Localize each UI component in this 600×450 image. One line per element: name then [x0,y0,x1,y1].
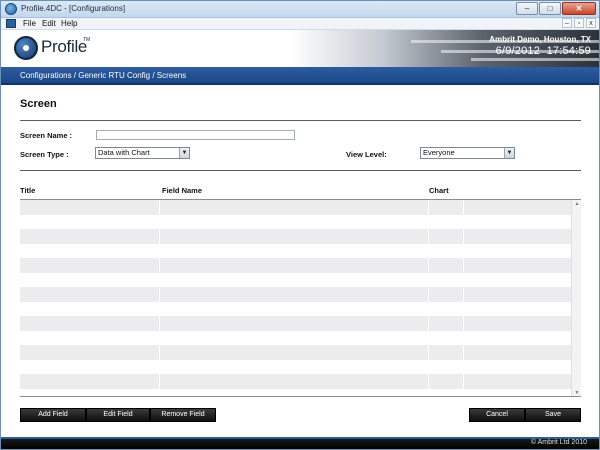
cancel-button[interactable]: Cancel [469,408,525,422]
maximize-button[interactable]: □ [539,2,561,15]
scroll-down-icon[interactable]: ▼ [572,389,581,396]
table-row[interactable] [20,389,571,397]
current-time: 17:54:59 [546,45,591,57]
table-row[interactable] [20,302,571,317]
table-row[interactable] [20,316,571,331]
mdi-close-button[interactable]: x [586,18,596,28]
chevron-down-icon[interactable]: ▼ [179,148,189,158]
divider [20,170,581,171]
fields-table[interactable]: ▲ ▼ [20,199,581,397]
table-row[interactable] [20,215,571,230]
table-row[interactable] [20,287,571,302]
screen-name-label: Screen Name : [20,131,73,140]
close-button[interactable]: ✕ [562,2,596,15]
screen-type-label: Screen Type : [20,150,69,159]
menu-help[interactable]: Help [61,19,77,28]
footer-accent-bar [1,437,599,439]
window-title: Profile.4DC - [Configurations] [21,4,126,13]
screen-type-value: Data with Chart [98,148,150,157]
column-header-chart[interactable]: Chart [429,186,449,195]
view-level-label: View Level: [346,150,387,159]
profile-logo-icon [14,36,38,60]
breadcrumb[interactable]: Configurations / Generic RTU Config / Sc… [20,71,186,80]
mdi-restore-button[interactable]: ▫ [574,18,584,28]
scroll-up-icon[interactable]: ▲ [572,200,581,209]
logo-trademark: TM [83,37,91,43]
chevron-down-icon[interactable]: ▼ [504,148,514,158]
footer: © Ambrit Ltd 2010 [1,437,599,449]
save-button[interactable]: Save [525,408,581,422]
copyright: © Ambrit Ltd 2010 [530,439,587,446]
header-banner: Profile TM Ambrit Demo, Houston, TX 6/9/… [1,30,599,67]
table-row[interactable] [20,273,571,288]
column-separator [159,200,160,396]
divider [20,120,581,121]
breadcrumb-bar: Configurations / Generic RTU Config / Sc… [1,67,599,85]
table-row[interactable] [20,331,571,346]
table-row[interactable] [20,374,571,389]
column-separator [463,200,464,396]
menu-edit[interactable]: Edit [42,19,56,28]
table-row[interactable] [20,200,571,215]
edit-field-button[interactable]: Edit Field [86,408,150,422]
screen-type-select[interactable]: Data with Chart ▼ [95,147,190,159]
column-header-title[interactable]: Title [20,186,35,195]
table-row[interactable] [20,258,571,273]
table-row[interactable] [20,345,571,360]
current-date: 6/9/2012 [495,45,541,57]
column-header-field-name[interactable]: Field Name [162,186,202,195]
logo-text: Profile [41,37,88,56]
section-title: Screen [20,98,57,110]
mdi-minimize-button[interactable]: – [562,18,572,28]
application-window: Profile.4DC - [Configurations] – □ ✕ Fil… [0,0,600,450]
vertical-scrollbar[interactable]: ▲ ▼ [571,200,581,396]
minimize-button[interactable]: – [516,2,538,15]
menu-file[interactable]: File [23,19,36,28]
title-bar: Profile.4DC - [Configurations] – □ ✕ [1,1,599,18]
date-time: 6/9/2012 17:54:59 [496,45,591,57]
app-icon[interactable] [5,3,17,15]
add-field-button[interactable]: Add Field [20,408,86,422]
company-name: Ambrit Demo, Houston, TX [489,35,591,44]
view-level-value: Everyone [423,148,455,157]
table-row[interactable] [20,360,571,375]
column-separator [428,200,429,396]
table-row[interactable] [20,229,571,244]
menu-bar: File Edit Help – ▫ x [1,18,599,30]
screen-name-input[interactable] [96,130,295,140]
table-row[interactable] [20,244,571,259]
document-icon[interactable] [6,19,16,28]
remove-field-button[interactable]: Remove Field [150,408,216,422]
view-level-select[interactable]: Everyone ▼ [420,147,515,159]
